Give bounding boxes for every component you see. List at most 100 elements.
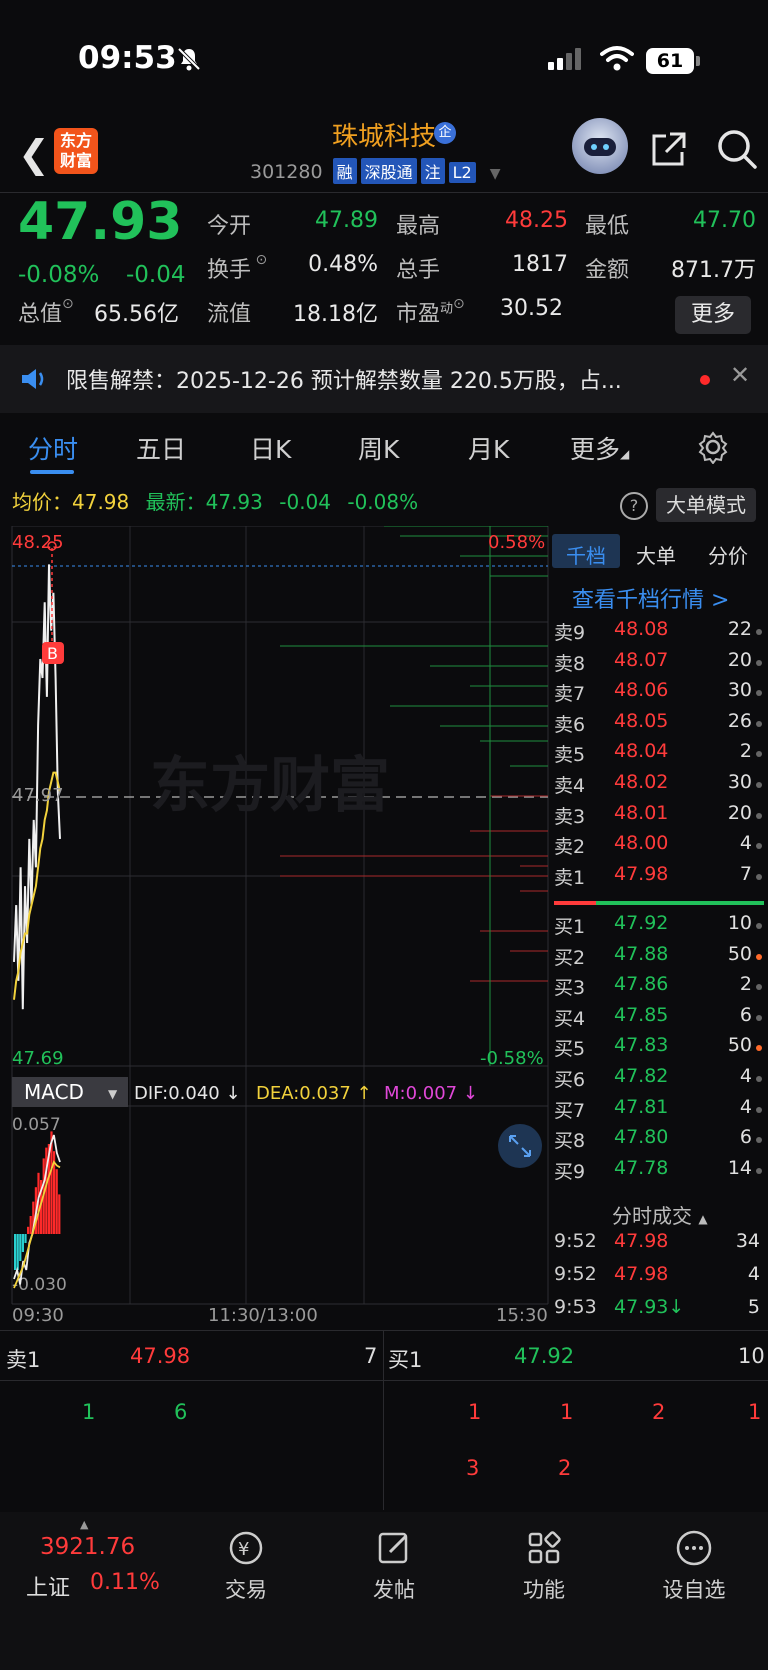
ob-dot — [756, 1106, 762, 1113]
ask-row[interactable]: 卖4 48.02 30 — [550, 771, 768, 801]
last-price: 47.93 — [18, 192, 183, 252]
ob-dot — [756, 720, 762, 727]
post-edit-icon — [378, 1532, 408, 1564]
ask-row[interactable]: 卖3 48.01 20 — [550, 802, 768, 832]
bell-muted-icon — [177, 47, 201, 71]
spread-bar-red — [554, 901, 596, 905]
open-value: 47.89 — [315, 208, 378, 233]
sell-queue-item: 1 — [82, 1400, 96, 1424]
ob-dot — [756, 873, 762, 880]
macd-bar — [19, 1234, 22, 1261]
ob-price: 47.80 — [614, 1126, 669, 1149]
tag-margin: 融 — [332, 158, 357, 184]
ob-level-label: 卖9 — [554, 622, 586, 644]
bid-row[interactable]: 买7 47.81 4 — [550, 1096, 768, 1126]
ob-level-label: 买2 — [554, 946, 586, 969]
tab-monthly-k[interactable]: 月K — [468, 430, 509, 466]
pe-label[interactable]: 市盈动⊙ — [396, 296, 465, 328]
ob-price: 48.04 — [614, 740, 669, 763]
ask-row[interactable]: 卖9 48.08 22 — [550, 618, 768, 648]
trade-time: 9:52 — [554, 1263, 597, 1285]
tab-weekly-k[interactable]: 周K — [358, 430, 399, 466]
logo-line2: 财富 — [59, 151, 92, 170]
bid-row[interactable]: 买8 47.80 6 — [550, 1126, 768, 1156]
nav-post[interactable]: 发帖 — [334, 1528, 454, 1604]
sell-queue-item: 6 — [174, 1400, 188, 1424]
nav-trade-label: 交易 — [225, 1578, 267, 1602]
macd-bar — [58, 1194, 61, 1234]
ob-volume: 50 — [727, 1034, 752, 1057]
tab-5day[interactable]: 五日 — [136, 430, 186, 466]
ob-level-label: 卖1 — [554, 866, 586, 889]
stock-code-row[interactable]: 301280 融深股通注 L2 ▼ — [250, 158, 501, 184]
ob-level-label: 买3 — [554, 977, 586, 1000]
ob-price: 47.92 — [614, 912, 669, 934]
ob-price: 48.01 — [614, 801, 669, 824]
avg-label: 均价： — [12, 490, 72, 514]
bottom-nav: ▲ 3921.76 上证 0.11% ¥ 交易 发帖 功能 设自选 — [0, 1512, 768, 1670]
bid-row[interactable]: 买5 47.83 50 — [550, 1034, 768, 1064]
ob-level-label: 卖3 — [554, 805, 586, 828]
mktcap-label-text: 总值 — [18, 302, 63, 327]
latest-label: 最新： — [145, 490, 206, 514]
ob-volume: 6 — [739, 1126, 752, 1149]
speaker-icon — [22, 369, 44, 389]
macd-bar — [29, 1216, 32, 1234]
bid-row[interactable]: 买1 47.92 10 — [550, 912, 768, 942]
ask-row[interactable]: 卖6 48.05 26 — [550, 710, 768, 740]
expand-icon[interactable] — [498, 1124, 542, 1168]
trade-volume: 4 — [747, 1263, 760, 1285]
ask-row[interactable]: 卖2 48.00 4 — [550, 832, 768, 862]
intraday-chart[interactable]: 东方财富 48.25 47.97 47.69 0.58% -0.58% B MA… — [0, 526, 550, 1326]
ask-row[interactable]: 卖1 47.98 7 — [550, 863, 768, 893]
open-label: 今开 — [207, 214, 252, 239]
bid-row[interactable]: 买3 47.86 2 — [550, 973, 768, 1003]
ask-row[interactable]: 卖7 48.06 30 — [550, 679, 768, 709]
stock-code: 301280 — [250, 161, 323, 183]
divider — [0, 1330, 768, 1331]
trade-volume: 34 — [735, 1230, 760, 1252]
trade-time: 9:53 — [554, 1296, 597, 1318]
ob-volume: 50 — [727, 942, 752, 965]
watermark: 东方财富 — [150, 751, 390, 821]
ob-volume: 2 — [739, 740, 752, 763]
index-name[interactable]: 上证 — [26, 1570, 70, 1602]
bid-row[interactable]: 买4 47.85 6 — [550, 1004, 768, 1034]
nav-functions[interactable]: 功能 — [484, 1528, 604, 1604]
tab-daily-k[interactable]: 日K — [250, 430, 291, 466]
turnover-label[interactable]: 换手 ⊙ — [207, 252, 267, 284]
price-lines — [13, 541, 61, 1010]
notice-text: 限售解禁：2025-12-26 预计解禁数量 220.5万股，占... — [66, 369, 622, 394]
mktcap-label[interactable]: 总值⊙ — [18, 296, 74, 328]
tab-intraday[interactable]: 分时 — [28, 430, 78, 466]
nav-trade[interactable]: ¥ 交易 — [186, 1528, 306, 1604]
ob-level-label: 买8 — [554, 1130, 586, 1153]
trades-header[interactable]: 分时成交 ▲ — [612, 1200, 708, 1229]
float-label: 流值 — [207, 302, 252, 327]
macd-bar — [55, 1169, 58, 1234]
ob-price: 47.88 — [614, 942, 669, 965]
chart-grid — [11, 526, 549, 1305]
ask-row[interactable]: 卖5 48.04 2 — [550, 740, 768, 770]
bid-row[interactable]: 买2 47.88 50 — [550, 943, 768, 973]
nav-post-label: 发帖 — [373, 1578, 415, 1602]
ask-row[interactable]: 卖8 48.07 20 — [550, 649, 768, 679]
ob-volume: 7 — [739, 862, 752, 885]
index-value[interactable]: 3921.76 — [40, 1534, 135, 1560]
ob-volume: 22 — [727, 618, 752, 640]
index-pct[interactable]: 0.11% — [90, 1570, 160, 1595]
nav-add-watchlist[interactable]: 设自选 — [634, 1528, 754, 1604]
ob-dot — [756, 1076, 762, 1082]
bid-row[interactable]: 买6 47.82 4 — [550, 1065, 768, 1095]
l1-sell-label: 卖1 — [6, 1348, 41, 1372]
y-bot-label: 47.69 — [12, 1048, 64, 1069]
ob-dot — [756, 751, 762, 758]
l1-sell-vol: 7 — [364, 1344, 378, 1368]
bid-row[interactable]: 买9 47.78 14 — [550, 1157, 768, 1187]
pct-bot-label: -0.58% — [480, 1048, 544, 1069]
ob-level-label: 买5 — [554, 1038, 586, 1061]
ob-volume: 14 — [727, 1156, 752, 1179]
ob-price: 47.85 — [614, 1003, 669, 1026]
ob-price: 47.81 — [614, 1095, 669, 1118]
buy-marker: B — [42, 642, 64, 664]
